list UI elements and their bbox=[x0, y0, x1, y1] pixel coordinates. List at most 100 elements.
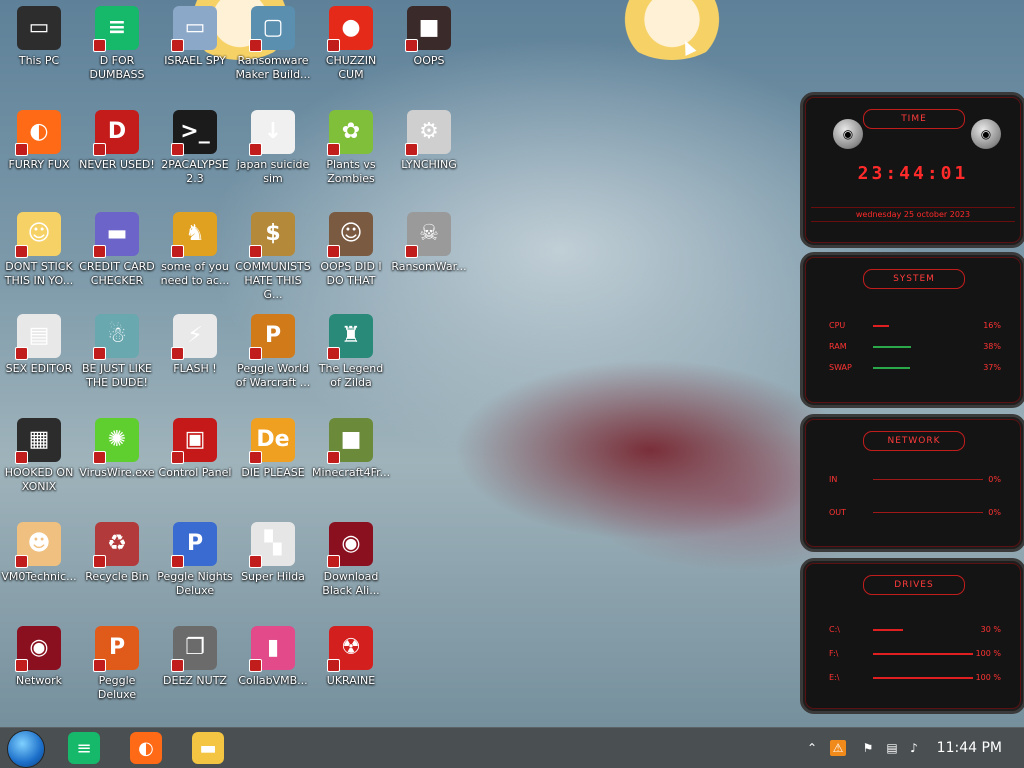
desktop-icon[interactable]: ▤ SEX EDITOR bbox=[0, 314, 78, 376]
desktop-icon[interactable]: ↓ japan suicide sim bbox=[234, 110, 312, 186]
desktop-icon[interactable]: ▦ HOOKED ON XONIX bbox=[0, 418, 78, 494]
desktop-icon-label: VirusWire.exe bbox=[79, 466, 155, 479]
desktop-icon[interactable]: ☃ BE JUST LIKE THE DUDE! bbox=[78, 314, 156, 390]
desktop-icon[interactable]: ☻ VM0Technic... bbox=[0, 522, 78, 584]
lime-icon: ✺ bbox=[93, 418, 139, 464]
desktop-icon[interactable]: D NEVER USED! bbox=[78, 110, 156, 172]
desktop-icon-label: Ransomware Maker Build... bbox=[235, 54, 311, 81]
alien-head-icon-right: ◉ bbox=[971, 119, 1001, 149]
desktop-icon[interactable]: ▮ CollabVMB... bbox=[234, 626, 312, 688]
desktop-icon-label: FLASH ! bbox=[173, 362, 217, 375]
desktop-icon[interactable]: ☠ RansomWar... bbox=[390, 212, 468, 274]
desktop-icon[interactable]: ☺ OOPS DID I DO THAT bbox=[312, 212, 390, 288]
file-explorer-icon[interactable]: ▬ bbox=[192, 732, 224, 764]
desktop-icon-label: DONT STICK THIS IN YO... bbox=[4, 260, 74, 287]
desktop-icon[interactable]: ♻ Recycle Bin bbox=[78, 522, 156, 584]
usage-bar bbox=[873, 653, 973, 655]
flag-icon[interactable]: ⚑ bbox=[860, 740, 876, 756]
desktop-icon[interactable]: ♜ The Legend of Zilda bbox=[312, 314, 390, 390]
widget-row: E:\ 100 % bbox=[829, 671, 1001, 685]
shortcut-arrow-icon bbox=[93, 39, 106, 52]
desktop-icon[interactable]: ◉ Download Black Ali... bbox=[312, 522, 390, 598]
firefox-icon[interactable]: ◐ bbox=[130, 732, 162, 764]
desktop-icon[interactable]: ▭ ISRAEL SPY bbox=[156, 6, 234, 68]
desktop-icon[interactable]: ◉ Network bbox=[0, 626, 78, 688]
widget-row-name: F:\ bbox=[829, 649, 839, 658]
desktop-icon[interactable]: ✺ VirusWire.exe bbox=[78, 418, 156, 480]
xonix-game-icon: ▦ bbox=[15, 418, 61, 464]
chuzzle-icon: ● bbox=[327, 6, 373, 52]
shortcut-arrow-icon bbox=[93, 555, 106, 568]
desktop-icon[interactable]: ▢ Ransomware Maker Build... bbox=[234, 6, 312, 82]
desktop-icon-label: SEX EDITOR bbox=[5, 362, 73, 375]
shortcut-arrow-icon bbox=[327, 659, 340, 672]
chevron-up-icon[interactable]: ⌃ bbox=[804, 740, 820, 756]
desktop-icon[interactable]: ☢ UKRAINE bbox=[312, 626, 390, 688]
time-header: TIME bbox=[863, 109, 965, 129]
shortcut-arrow-icon bbox=[405, 143, 418, 156]
desktop-icon[interactable]: P Peggle Deluxe bbox=[78, 626, 156, 702]
desktop-icon[interactable]: ▚ Super Hilda bbox=[234, 522, 312, 584]
chat-bubble-icon: ≡ bbox=[93, 6, 139, 52]
firefox-icon: ◐ bbox=[15, 110, 61, 156]
pink-monitor-icon: ▮ bbox=[249, 626, 295, 672]
desktop-icon[interactable]: ▭ This PC bbox=[0, 6, 78, 68]
desktop-icon[interactable]: ▣ Control Panel bbox=[156, 418, 234, 480]
de-logo-icon: De bbox=[249, 418, 295, 464]
desktop-icon-label: Download Black Ali... bbox=[322, 570, 380, 597]
peggle-icon: P bbox=[93, 626, 139, 672]
dark-box-icon: ■ bbox=[405, 6, 451, 52]
desktop-icon[interactable]: >_ 2PACALYPSE 2.3 bbox=[156, 110, 234, 186]
desktop-icon[interactable]: ☺ DONT STICK THIS IN YO... bbox=[0, 212, 78, 288]
traffic-line bbox=[873, 512, 983, 513]
desktop-icon-label: This PC bbox=[18, 54, 60, 67]
shortcut-arrow-icon bbox=[93, 659, 106, 672]
desktop-icon[interactable]: ● CHUZZIN CUM bbox=[312, 6, 390, 82]
desktop-icon-label: Peggle Nights Deluxe bbox=[157, 570, 233, 597]
taskbar-clock[interactable]: 11:44 PM bbox=[937, 740, 1002, 756]
desktop-icon[interactable]: P Peggle Nights Deluxe bbox=[156, 522, 234, 598]
desktop-icon[interactable]: $ COMMUNISTS HATE THIS G... bbox=[234, 212, 312, 302]
system-panel: SYSTEM CPU 16% RAM 38% SWAP 37% bbox=[800, 252, 1024, 408]
desktop-icon[interactable]: De DIE PLEASE bbox=[234, 418, 312, 480]
shortcut-arrow-icon bbox=[327, 39, 340, 52]
widget-row-name: OUT bbox=[829, 508, 847, 517]
desktop-icon[interactable]: ♞ some of you need to ac... bbox=[156, 212, 234, 288]
volume-icon[interactable]: ♪ bbox=[906, 740, 922, 756]
desktop-icon[interactable]: ⚡ FLASH ! bbox=[156, 314, 234, 376]
desktop-icon[interactable]: ✿ Plants vs Zombies bbox=[312, 110, 390, 186]
drives-panel: DRIVES C:\ 30 % F:\ 100 % E:\ 100 % bbox=[800, 558, 1024, 714]
shortcut-arrow-icon bbox=[249, 245, 262, 258]
warning-icon[interactable]: ⚠ bbox=[830, 740, 846, 756]
desktop-icon[interactable]: ■ OOPS bbox=[390, 6, 468, 68]
recycle-bin-icon: ♻ bbox=[93, 522, 139, 568]
shortcut-arrow-icon bbox=[171, 555, 184, 568]
desktop-icon-label: DIE PLEASE bbox=[241, 466, 305, 479]
widget-row-value: 0% bbox=[988, 508, 1001, 517]
alien-orb-icon: ◉ bbox=[327, 522, 373, 568]
time-panel: ◉ ◉ TIME 23:44:01 wednesday 25 october 2… bbox=[800, 92, 1024, 248]
desktop-icon[interactable]: ❐ DEEZ NUTZ bbox=[156, 626, 234, 688]
shortcut-arrow-icon bbox=[171, 39, 184, 52]
desktop-icon[interactable]: ◐ FURRY FUX bbox=[0, 110, 78, 172]
anime-face-icon: ☺ bbox=[15, 212, 61, 258]
widget-row-name: IN bbox=[829, 475, 838, 484]
desktop-icon[interactable]: ≡ D FOR DUMBASS bbox=[78, 6, 156, 82]
chat-bubble-icon[interactable]: ≡ bbox=[68, 732, 100, 764]
desktop-icon-label: Control Panel bbox=[158, 466, 232, 479]
start-button[interactable] bbox=[8, 731, 44, 767]
desktop-icon-label: Peggle World of Warcraft ... bbox=[235, 362, 311, 389]
desktop-icon[interactable]: P Peggle World of Warcraft ... bbox=[234, 314, 312, 390]
desktop-icon-label: Minecraft4Fr... bbox=[312, 466, 391, 479]
shortcut-arrow-icon bbox=[327, 347, 340, 360]
network-icon[interactable]: ▤ bbox=[884, 740, 900, 756]
desktop-icon[interactable]: ■ Minecraft4Fr... bbox=[312, 418, 390, 480]
desktop-icon[interactable]: ⚙ LYNCHING bbox=[390, 110, 468, 172]
grass-block-icon: ■ bbox=[327, 418, 373, 464]
desktop-icon[interactable]: ▬ CREDIT CARD CHECKER bbox=[78, 212, 156, 288]
shortcut-arrow-icon bbox=[171, 659, 184, 672]
dog-icon: ♞ bbox=[171, 212, 217, 258]
shortcut-arrow-icon bbox=[171, 143, 184, 156]
shortcut-arrow-icon bbox=[249, 451, 262, 464]
santa-icon: ☃ bbox=[93, 314, 139, 360]
